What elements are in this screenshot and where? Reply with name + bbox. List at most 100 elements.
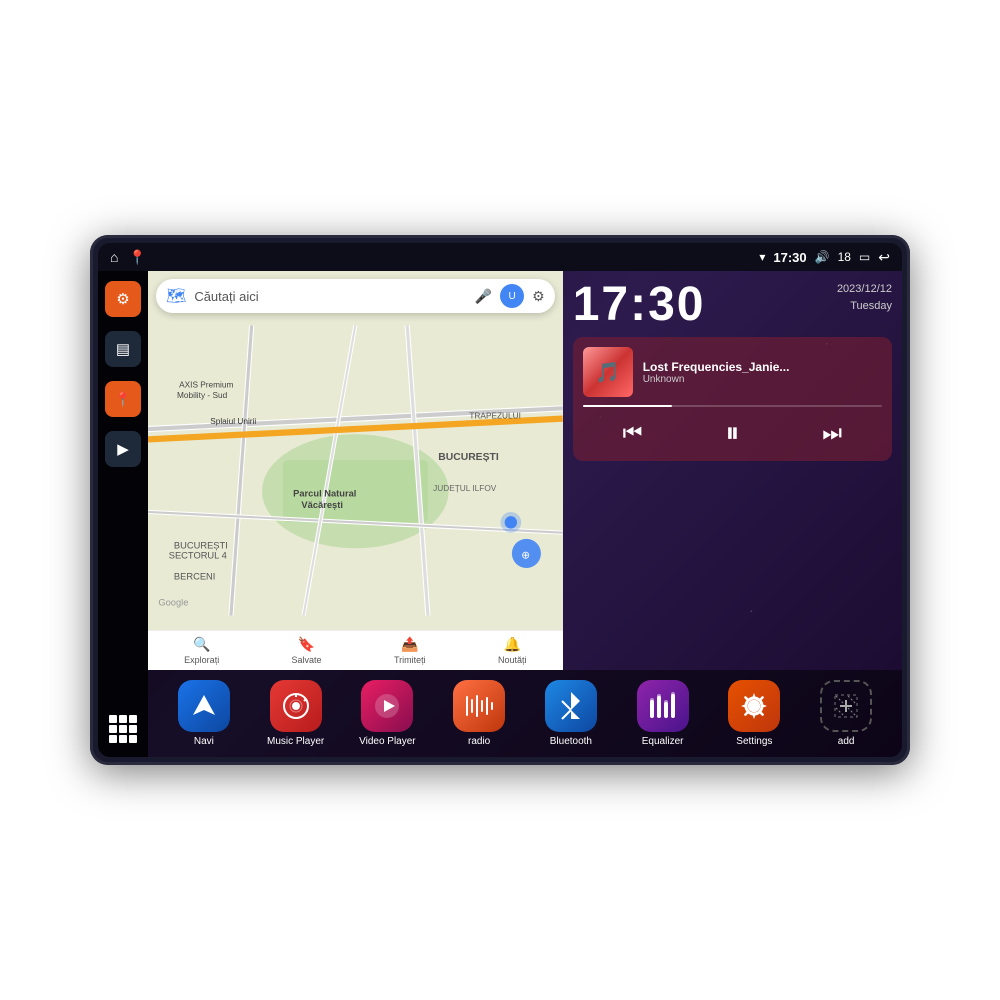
map-inner: Splaiul Unirii Parcul Natural Văcărești … [148,271,563,670]
maps-logo-icon: 🗺 [166,286,186,306]
sidebar-item-settings[interactable]: ⚙ [105,281,141,317]
battery-level: 18 [838,250,851,264]
grid-icon [109,715,137,743]
sidebar-bottom [105,711,141,747]
status-time: 17:30 [773,250,806,265]
app-grid: Navi [163,680,887,747]
add-label: add [838,736,855,747]
news-label: Noutăți [498,655,527,665]
top-split: Splaiul Unirii Parcul Natural Văcărești … [148,271,902,670]
bluetooth-icon [545,680,597,732]
map-tab-news[interactable]: 🔔 Noutăți [498,636,527,665]
music-artist: Unknown [643,374,882,385]
next-button[interactable]: ⏭ [814,415,850,451]
svg-text:BERCENI: BERCENI [174,571,215,581]
map-container[interactable]: Splaiul Unirii Parcul Natural Văcărești … [148,271,563,670]
screen: ⌂ 📍 ▾ 17:30 🔊 18 ▭ ↩ ⚙ ▤ [98,243,902,757]
radio-label: radio [468,736,490,747]
user-avatar[interactable]: U [500,284,524,308]
map-svg: Splaiul Unirii Parcul Natural Văcărești … [148,271,563,670]
pause-button[interactable]: ⏸ [714,415,750,451]
music-player-icon [270,680,322,732]
music-progress-fill [583,405,673,407]
map-search-input[interactable]: Căutați aici [194,289,466,304]
content-area: Splaiul Unirii Parcul Natural Văcărești … [148,271,902,757]
map-searchbar[interactable]: 🗺 Căutați aici 🎤 U ⚙ [156,279,555,313]
previous-button[interactable]: ⏮ [615,415,651,451]
app-item-add[interactable]: add [816,680,876,747]
music-text: Lost Frequencies_Janie... Unknown [643,360,882,385]
files-icon: ▤ [116,340,130,358]
car-head-unit: ⌂ 📍 ▾ 17:30 🔊 18 ▭ ↩ ⚙ ▤ [90,235,910,765]
status-bar: ⌂ 📍 ▾ 17:30 🔊 18 ▭ ↩ [98,243,902,271]
app-grid-button[interactable] [105,711,141,747]
add-app-icon [820,680,872,732]
svg-text:BUCUREȘTI: BUCUREȘTI [438,452,499,463]
svg-text:BUCUREȘTI: BUCUREȘTI [174,540,228,550]
album-art: 🎵 [583,347,633,397]
main-area: ⚙ ▤ 📍 ▶ [98,271,902,757]
sidebar: ⚙ ▤ 📍 ▶ [98,271,148,757]
equalizer-icon [637,680,689,732]
svg-text:JUDEȚUL ILFOV: JUDEȚUL ILFOV [433,483,497,493]
video-player-label: Video Player [359,736,416,747]
app-item-navi[interactable]: Navi [174,680,234,747]
equalizer-label: Equalizer [642,736,684,747]
navigation-icon: ▶ [117,440,129,458]
app-item-radio[interactable]: radio [449,680,509,747]
clock-time: 17:30 [573,281,706,329]
map-settings-icon[interactable]: ⚙ [532,288,545,305]
app-item-video-player[interactable]: Video Player [357,680,417,747]
back-icon[interactable]: ↩ [878,249,890,266]
svg-text:⊕: ⊕ [521,551,530,562]
sidebar-item-nav[interactable]: ▶ [105,431,141,467]
volume-icon: 🔊 [815,250,830,264]
sidebar-item-map[interactable]: 📍 [105,381,141,417]
share-label: Trimiteți [394,655,426,665]
share-icon: 📤 [401,636,418,653]
svg-text:SECTORUL 4: SECTORUL 4 [169,551,227,561]
microphone-icon[interactable]: 🎤 [475,288,492,305]
app-item-settings[interactable]: Settings [724,680,784,747]
map-tab-share[interactable]: 📤 Trimiteți [394,636,426,665]
music-info-row: 🎵 Lost Frequencies_Janie... Unknown [583,347,882,397]
settings-icon: ⚙ [116,290,129,308]
location-pin-icon: 📍 [114,391,131,408]
home-icon[interactable]: ⌂ [110,249,118,265]
music-title: Lost Frequencies_Janie... [643,360,882,374]
app-item-equalizer[interactable]: Equalizer [633,680,693,747]
app-item-music-player[interactable]: Music Player [266,680,326,747]
clock-section: 17:30 2023/12/12 Tuesday [573,281,892,329]
explore-icon: 🔍 [193,636,210,653]
video-player-icon [361,680,413,732]
navi-icon [178,680,230,732]
music-controls: ⏮ ⏸ ⏭ [583,415,882,451]
sidebar-item-files[interactable]: ▤ [105,331,141,367]
music-progress-bar[interactable] [583,405,882,407]
svg-text:Google: Google [158,597,188,607]
app-grid-section: Navi [148,670,902,757]
app-item-bluetooth[interactable]: Bluetooth [541,680,601,747]
map-tab-saved[interactable]: 🔖 Salvate [292,636,322,665]
saved-label: Salvate [292,655,322,665]
battery-icon: ▭ [859,250,870,264]
clock-date: 2023/12/12 Tuesday [837,281,892,314]
wifi-icon: ▾ [759,250,765,264]
svg-text:Mobility - Sud: Mobility - Sud [177,390,228,400]
radio-icon [453,680,505,732]
news-icon: 🔔 [504,636,521,653]
settings-app-icon [728,680,780,732]
svg-text:Parcul Natural: Parcul Natural [293,488,356,498]
map-icon[interactable]: 📍 [128,249,145,266]
bluetooth-label: Bluetooth [550,736,592,747]
navi-label: Navi [194,736,214,747]
svg-text:AXIS Premium: AXIS Premium [179,380,233,390]
settings-label: Settings [736,736,772,747]
music-player-label: Music Player [267,736,324,747]
album-art-inner: 🎵 [583,347,633,397]
saved-icon: 🔖 [298,636,315,653]
map-tabs: 🔍 Explorați 🔖 Salvate 📤 Trimiteți [148,630,563,670]
svg-text:Splaiul Unirii: Splaiul Unirii [210,416,256,426]
map-tab-explore[interactable]: 🔍 Explorați [184,636,219,665]
explore-label: Explorați [184,655,219,665]
